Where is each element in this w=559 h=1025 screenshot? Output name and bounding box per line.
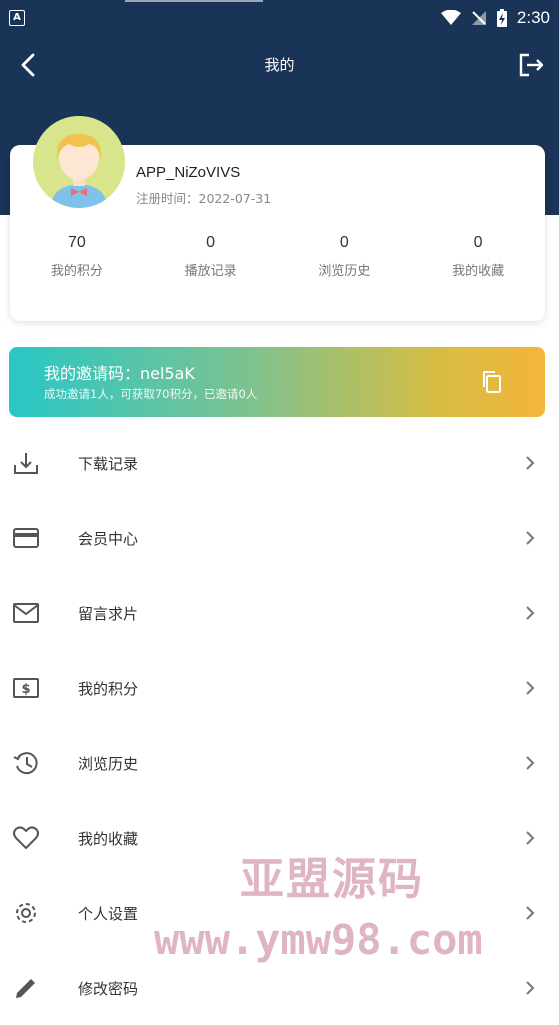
chevron-right-icon: [526, 606, 535, 620]
stat-label: 我的收藏: [452, 264, 505, 279]
menu-label: 我的积分: [78, 680, 139, 698]
logout-button[interactable]: [513, 48, 547, 82]
stat-play-history[interactable]: 0 播放记录: [144, 234, 278, 279]
download-icon: [14, 453, 38, 474]
card-icon: [13, 528, 39, 548]
menu-item-browse-history[interactable]: 浏览历史: [0, 725, 559, 800]
mail-icon: [13, 603, 39, 623]
top-indicator: [125, 0, 263, 2]
chevron-right-icon: [526, 456, 535, 470]
menu-label: 下载记录: [78, 455, 139, 473]
stat-value: 70: [67, 234, 86, 251]
stat-points[interactable]: 70 我的积分: [10, 234, 144, 279]
invite-description: 成功邀请1人，可获取70积分，已邀请0人: [44, 387, 258, 401]
history-icon: [13, 752, 38, 775]
menu-label: 个人设置: [78, 905, 139, 923]
heart-icon: [13, 826, 39, 849]
settings-icon: [16, 903, 36, 923]
menu-item-member-center[interactable]: 会员中心: [0, 500, 559, 575]
copy-button[interactable]: [479, 369, 505, 395]
stat-value: 0: [206, 234, 216, 251]
chevron-right-icon: [526, 981, 535, 995]
watermark-title: 亚盟源码: [240, 854, 424, 905]
status-bar: A 2:30: [0, 0, 559, 36]
chevron-right-icon: [526, 756, 535, 770]
stat-label: 播放记录: [184, 264, 237, 279]
signal-off-icon: [471, 11, 486, 25]
chevron-right-icon: [526, 531, 535, 545]
wifi-icon: [440, 10, 461, 25]
stat-label: 浏览历史: [318, 264, 371, 279]
stat-browse-history[interactable]: 0 浏览历史: [278, 234, 412, 279]
svg-text:$: $: [21, 682, 30, 697]
pencil-icon: [16, 979, 35, 998]
chevron-right-icon: [526, 831, 535, 845]
invite-code: 我的邀请码：nel5aK: [44, 364, 195, 383]
menu-item-my-points[interactable]: $ 我的积分: [0, 650, 559, 725]
register-date: 注册时间：2022-07-31: [136, 191, 272, 206]
stats-row: 70 我的积分 0 播放记录 0 浏览历史 0 我的收藏: [10, 234, 545, 279]
chevron-right-icon: [526, 681, 535, 695]
menu-item-download-records[interactable]: 下载记录: [0, 425, 559, 500]
stat-value: 0: [473, 234, 483, 251]
menu-label: 我的收藏: [78, 830, 139, 848]
invite-banner: 我的邀请码：nel5aK 成功邀请1人，可获取70积分，已邀请0人: [9, 347, 545, 417]
avatar-icon: [33, 116, 125, 208]
stat-favorites[interactable]: 0 我的收藏: [411, 234, 545, 279]
battery-icon: [496, 9, 507, 27]
page-title: 我的: [264, 56, 295, 74]
avatar[interactable]: [33, 116, 125, 208]
status-time: 2:30: [516, 8, 550, 27]
watermark-url: www.ymw98.com: [154, 915, 483, 964]
stat-value: 0: [339, 234, 349, 251]
stat-label: 我的积分: [50, 264, 103, 279]
copy-icon: [483, 371, 501, 393]
logout-icon: [519, 53, 544, 77]
dollar-icon: $: [13, 678, 39, 698]
chevron-right-icon: [526, 906, 535, 920]
username: APP_NiZoVIVS: [136, 164, 241, 181]
notification-icon: A: [9, 10, 25, 26]
menu-item-message-request[interactable]: 留言求片: [0, 575, 559, 650]
menu-label: 会员中心: [78, 530, 139, 548]
menu-label: 浏览历史: [78, 755, 139, 773]
menu-label: 留言求片: [78, 605, 139, 623]
